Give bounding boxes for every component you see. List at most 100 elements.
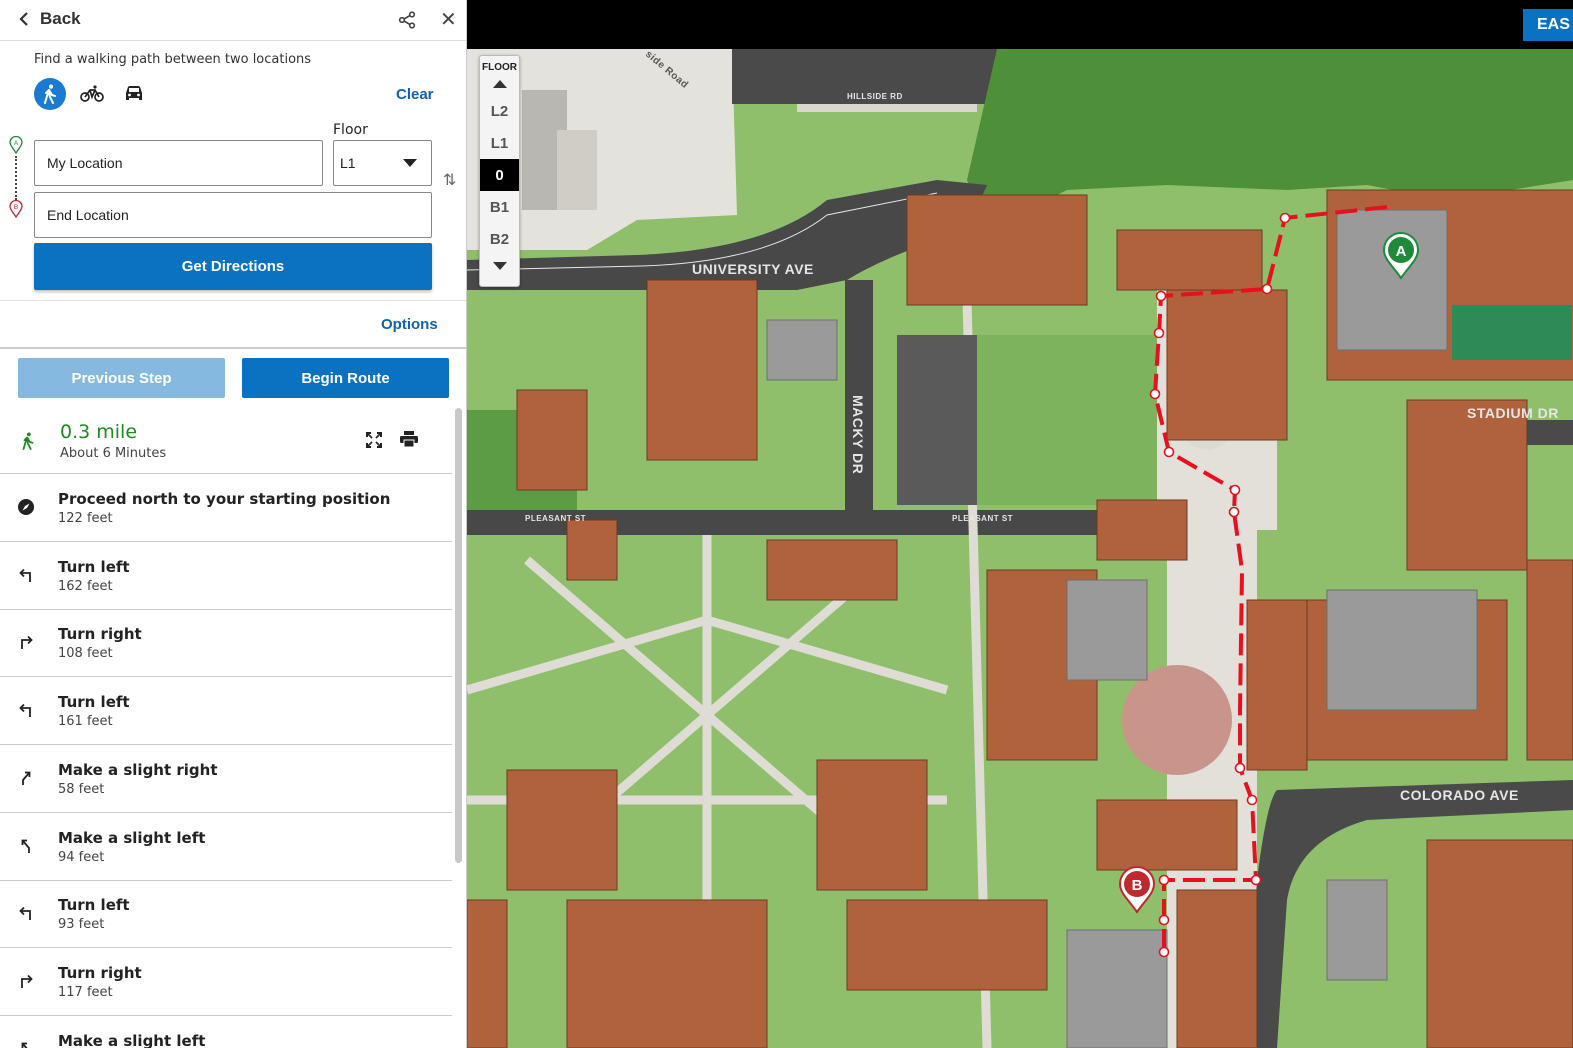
slight-right-icon: [17, 769, 35, 787]
caret-up-icon: [492, 80, 507, 88]
route-step[interactable]: Make a slight left: [0, 1016, 452, 1048]
car-icon: [126, 86, 142, 100]
step-distance: 117 feet: [58, 984, 113, 1000]
walk-icon: [22, 432, 34, 450]
floor-level-l1[interactable]: L1: [480, 127, 519, 159]
step-title: Turn left: [58, 557, 130, 576]
route-step[interactable]: Turn left 161 feet: [0, 677, 452, 746]
divider: [0, 300, 466, 301]
floor-control: FLOOR L2 L1 0 B1 B2: [479, 55, 520, 287]
start-location-input[interactable]: My Location: [34, 140, 323, 186]
turn-right-icon: [17, 972, 35, 990]
end-marker-letter: B: [1132, 877, 1143, 894]
step-list-scrollbar[interactable]: [455, 408, 462, 863]
back-button[interactable]: Back: [18, 9, 81, 29]
compass-icon: [17, 498, 35, 516]
step-distance: 58 feet: [58, 781, 105, 797]
route-step[interactable]: Turn left 93 feet: [0, 880, 452, 949]
walk-icon: [44, 84, 56, 104]
route-step[interactable]: Turn right 117 feet: [0, 948, 452, 1016]
bike-icon: [80, 85, 104, 102]
clear-button[interactable]: Clear: [396, 86, 434, 103]
step-distance: 122 feet: [58, 511, 113, 526]
travel-mode-selector: [34, 78, 150, 110]
step-distance: 161 feet: [58, 714, 113, 730]
floor-level-l2[interactable]: L2: [480, 95, 519, 127]
divider: [0, 347, 466, 349]
street-label-pleasant-1: PLEASANT ST: [525, 514, 586, 523]
east-campus-button[interactable]: EAS: [1523, 9, 1573, 41]
bike-mode-button[interactable]: [76, 78, 108, 110]
route-step[interactable]: Make a slight right 58 feet: [0, 745, 452, 813]
street-label-university: UNIVERSITY AVE: [692, 261, 814, 277]
start-marker-letter: A: [1396, 243, 1407, 260]
route-step[interactable]: Proceed north to your starting position 1…: [0, 474, 452, 542]
end-location-input[interactable]: End Location: [34, 192, 432, 238]
previous-step-button[interactable]: Previous Step: [18, 358, 225, 398]
floor-level-0[interactable]: 0: [480, 159, 519, 191]
turn-left-icon: [17, 701, 35, 719]
swap-locations-icon[interactable]: ⇅: [443, 170, 456, 190]
street-label-macky: MACKY DR: [850, 395, 866, 474]
floor-control-header: FLOOR: [482, 62, 517, 73]
turn-left-icon: [17, 566, 35, 584]
step-distance: 94 feet: [58, 849, 105, 865]
step-title: Turn right: [58, 625, 142, 644]
floor-level-b1[interactable]: B1: [480, 191, 519, 223]
step-title: Make a slight right: [58, 760, 218, 779]
floor-label: Floor: [333, 122, 368, 138]
walk-mode-button[interactable]: [34, 78, 66, 110]
end-pin-icon: B: [9, 200, 23, 218]
street-label-pleasant-2: PLEASANT ST: [952, 514, 1013, 523]
step-title: Make a slight left: [58, 828, 206, 847]
campus-map[interactable]: HILLSIDE RD UNIVERSITY AVE MACKY DR PLEA…: [467, 0, 1573, 1048]
directions-hint: Find a walking path between two location…: [34, 52, 312, 67]
step-title: Proceed north to your starting position: [58, 490, 391, 508]
floor-select-value: L1: [340, 155, 356, 171]
floor-list: L2 L1 0 B1 B2: [480, 95, 519, 255]
route-step[interactable]: Turn right 108 feet: [0, 609, 452, 678]
street-label-colorado: COLORADO AVE: [1400, 787, 1519, 803]
route-step[interactable]: Make a slight left 94 feet: [0, 813, 452, 881]
map-canvas[interactable]: HILLSIDE RD UNIVERSITY AVE MACKY DR PLEA…: [467, 0, 1573, 1048]
share-icon[interactable]: [398, 11, 416, 29]
slight-left-icon: [17, 1040, 35, 1048]
close-icon[interactable]: ✕: [440, 10, 457, 30]
floor-down-button[interactable]: [480, 255, 519, 277]
options-link[interactable]: Options: [381, 316, 438, 333]
end-pin-letter: B: [14, 204, 18, 211]
floor-up-button[interactable]: [480, 73, 519, 95]
street-label-stadium: STADIUM DR: [1467, 405, 1559, 421]
floor-level-b2[interactable]: B2: [480, 223, 519, 255]
directions-panel: Back ✕ Find a walking path between two l…: [0, 0, 467, 1048]
turn-right-icon: [17, 633, 35, 651]
step-distance: 162 feet: [58, 578, 113, 594]
slight-left-icon: [17, 837, 35, 855]
map-top-bar: EAS: [467, 0, 1573, 49]
route-step[interactable]: Turn left 162 feet: [0, 542, 452, 610]
fullscreen-icon[interactable]: [366, 432, 382, 448]
car-mode-button[interactable]: [118, 78, 150, 110]
begin-route-button[interactable]: Begin Route: [242, 358, 449, 398]
route-connector: [15, 156, 17, 200]
street-label-hillside: HILLSIDE RD: [847, 92, 903, 101]
route-duration: About 6 Minutes: [60, 446, 167, 461]
start-pin-letter: A: [14, 140, 19, 147]
step-distance: 93 feet: [58, 917, 105, 933]
floor-select[interactable]: L1: [333, 140, 432, 186]
panel-header: Back ✕: [0, 0, 466, 41]
get-directions-button[interactable]: Get Directions: [34, 243, 432, 290]
step-title: Make a slight left: [58, 1031, 206, 1048]
back-label: Back: [40, 9, 81, 28]
route-distance: 0.3 mile: [60, 421, 138, 443]
chevron-left-icon: [19, 12, 28, 26]
start-pin-icon: A: [9, 136, 23, 154]
step-title: Turn right: [58, 963, 142, 982]
step-distance: 108 feet: [58, 646, 113, 662]
step-title: Turn left: [58, 693, 130, 712]
print-icon[interactable]: [400, 431, 418, 447]
turn-left-icon: [17, 904, 35, 922]
route-summary: 0.3 mile About 6 Minutes: [0, 410, 452, 474]
caret-down-icon: [492, 262, 507, 270]
caret-down-icon: [403, 159, 417, 167]
